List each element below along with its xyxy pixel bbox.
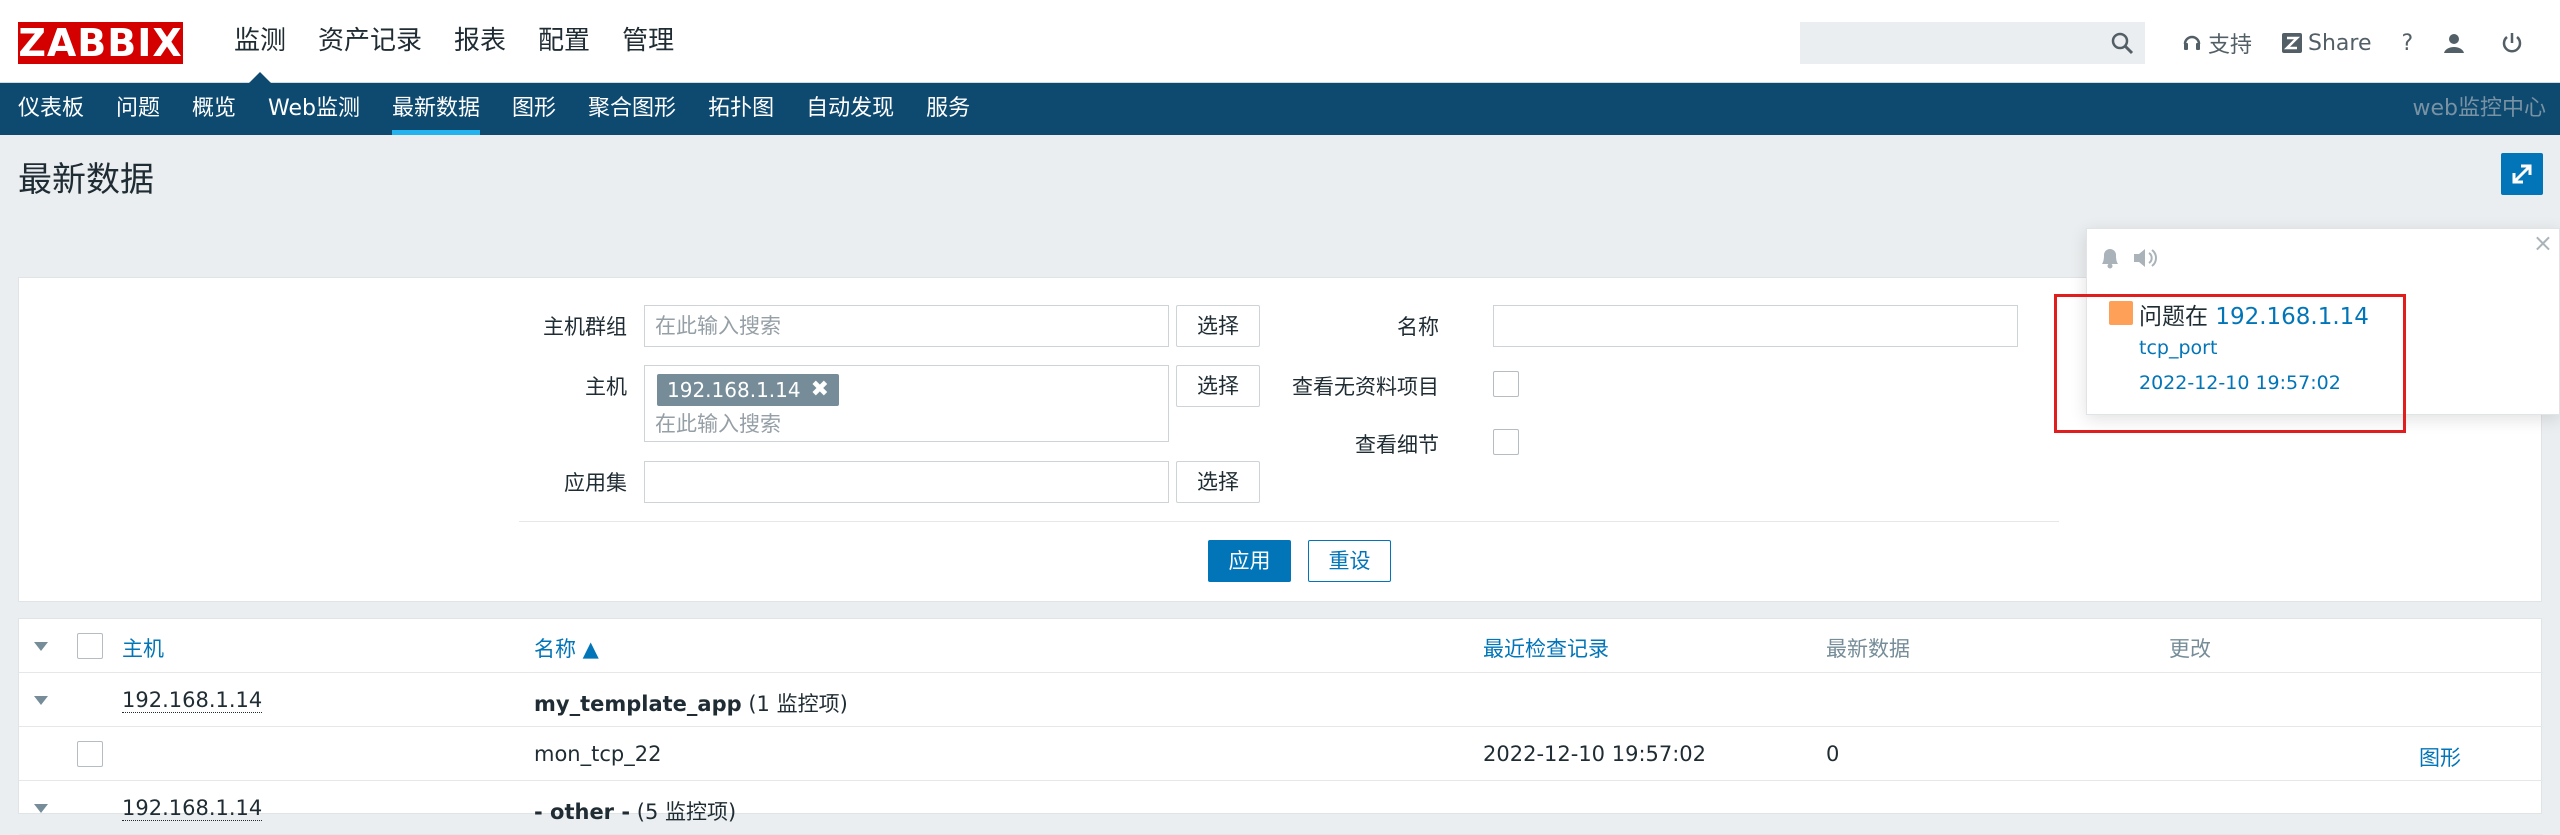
item-last-value: 0 <box>1826 742 1840 766</box>
sub-menu: 仪表板 问题 概览 Web监测 最新数据 图形 聚合图形 拓扑图 自动发现 服务 <box>2 83 986 135</box>
top-menu-configuration[interactable]: 配置 <box>522 0 606 83</box>
application-input[interactable] <box>644 461 1169 503</box>
speaker-icon[interactable] <box>2131 245 2159 271</box>
application-select-button[interactable]: 选择 <box>1176 461 1260 503</box>
sub-menu-web[interactable]: Web监测 <box>252 83 376 135</box>
sub-menu-bar: 仪表板 问题 概览 Web监测 最新数据 图形 聚合图形 拓扑图 自动发现 服务… <box>0 83 2560 135</box>
user-profile-button[interactable] <box>2431 22 2483 64</box>
show-details-label: 查看细节 <box>1355 433 1439 457</box>
latest-data-table: 主机 名称 ▲ 最近检查记录 最新数据 更改 192.168.1.14 my_t… <box>18 618 2543 835</box>
table-row: 192.168.1.14 - other - (5 监控项) <box>19 781 2543 835</box>
top-menu-administration[interactable]: 管理 <box>606 0 690 83</box>
host-multiselect[interactable]: 192.168.1.14 ✖ 在此输入搜索 <box>644 365 1169 442</box>
global-search-input[interactable] <box>1800 22 2145 64</box>
sub-menu-discovery[interactable]: 自动发现 <box>790 83 910 135</box>
sub-menu-overview[interactable]: 概览 <box>176 83 252 135</box>
top-menu-reports[interactable]: 报表 <box>438 0 522 83</box>
bell-icon[interactable] <box>2097 245 2123 271</box>
item-last-check: 2022-12-10 19:57:02 <box>1483 742 1707 766</box>
top-menu: 监测 资产记录 报表 配置 管理 <box>218 0 690 84</box>
user-icon <box>2444 34 2465 53</box>
host-tag: 192.168.1.14 ✖ <box>657 374 840 406</box>
group-collapse-toggle[interactable] <box>34 696 48 705</box>
name-label: 名称 <box>1397 315 1439 339</box>
column-change-header: 更改 <box>2169 637 2211 661</box>
name-input[interactable] <box>1493 305 2018 347</box>
show-no-data-label: 查看无资料项目 <box>1292 375 1439 399</box>
group-host[interactable]: 192.168.1.14 <box>122 688 263 713</box>
help-link[interactable]: ? <box>2390 22 2426 64</box>
group-application-name: - other - <box>534 800 631 824</box>
host-tag-label: 192.168.1.14 <box>667 378 801 402</box>
top-bar: ZABBIX 监测 资产记录 报表 配置 管理 支持 Share ? <box>0 0 2560 84</box>
table-row: mon_tcp_22 2022-12-10 19:57:02 0 图形 <box>19 727 2543 781</box>
filter-divider <box>519 521 2059 522</box>
support-label: 支持 <box>2208 33 2253 58</box>
column-name-header[interactable]: 名称 ▲ <box>534 633 599 663</box>
fullscreen-button[interactable] <box>2501 153 2543 195</box>
group-application: my_template_app (1 监控项) <box>534 688 848 718</box>
host-group-input[interactable]: 在此输入搜索 <box>644 305 1169 347</box>
sub-menu-services[interactable]: 服务 <box>910 83 986 135</box>
table-row: 192.168.1.14 my_template_app (1 监控项) <box>19 673 2543 727</box>
group-application: - other - (5 监控项) <box>534 796 736 826</box>
collapse-all-toggle[interactable] <box>34 642 48 651</box>
server-name: web监控中心 <box>2412 96 2547 121</box>
column-last-check-header[interactable]: 最近检查记录 <box>1483 633 1609 663</box>
host-label: 主机 <box>585 375 627 399</box>
column-host-header[interactable]: 主机 <box>122 633 164 663</box>
group-host[interactable]: 192.168.1.14 <box>122 796 263 821</box>
highlight-box <box>2054 294 2406 433</box>
share-z-icon <box>2282 33 2303 53</box>
application-label: 应用集 <box>564 471 627 495</box>
show-details-checkbox[interactable] <box>1493 429 1519 455</box>
group-collapse-toggle[interactable] <box>34 804 48 813</box>
share-label: Share <box>2308 30 2372 56</box>
host-search-placeholder: 在此输入搜索 <box>655 412 781 436</box>
table-header-row: 主机 名称 ▲ 最近检查记录 最新数据 更改 <box>19 619 2543 673</box>
select-all-checkbox[interactable] <box>77 633 103 659</box>
top-right-tools: 支持 Share ? <box>2170 22 2541 64</box>
sub-menu-screens[interactable]: 聚合图形 <box>572 83 692 135</box>
sub-menu-problems[interactable]: 问题 <box>100 83 176 135</box>
sub-menu-latest-data[interactable]: 最新数据 <box>376 83 496 135</box>
host-select-button[interactable]: 选择 <box>1176 365 1260 407</box>
reset-button[interactable]: 重设 <box>1308 540 1391 582</box>
sub-menu-graphs[interactable]: 图形 <box>496 83 572 135</box>
column-last-value-header: 最新数据 <box>1826 637 1910 661</box>
sub-menu-dashboard[interactable]: 仪表板 <box>2 83 100 135</box>
search-icon[interactable] <box>2110 31 2134 55</box>
headset-icon <box>2183 35 2201 50</box>
host-group-select-button[interactable]: 选择 <box>1176 305 1260 347</box>
remove-tag-icon[interactable]: ✖ <box>811 374 829 406</box>
top-menu-monitoring[interactable]: 监测 <box>218 0 302 84</box>
item-name: mon_tcp_22 <box>534 742 662 766</box>
item-graph-link[interactable]: 图形 <box>2419 742 2461 772</box>
power-icon <box>2502 33 2522 53</box>
sub-menu-maps[interactable]: 拓扑图 <box>692 83 790 135</box>
show-no-data-checkbox[interactable] <box>1493 371 1519 397</box>
support-link[interactable]: 支持 <box>2170 22 2264 64</box>
group-item-count: (5 监控项) <box>636 800 737 824</box>
group-application-name: my_template_app <box>534 692 742 716</box>
apply-button[interactable]: 应用 <box>1208 540 1291 582</box>
close-icon[interactable]: × <box>2533 229 2553 257</box>
page-title: 最新数据 <box>18 160 154 200</box>
expand-icon <box>2512 164 2532 184</box>
group-item-count: (1 监控项) <box>748 692 848 716</box>
top-menu-inventory[interactable]: 资产记录 <box>302 0 438 83</box>
item-checkbox[interactable] <box>77 741 103 767</box>
share-link[interactable]: Share <box>2270 22 2384 64</box>
zabbix-logo[interactable]: ZABBIX <box>18 22 183 64</box>
host-group-label: 主机群组 <box>543 315 627 339</box>
sign-out-button[interactable] <box>2489 22 2541 64</box>
